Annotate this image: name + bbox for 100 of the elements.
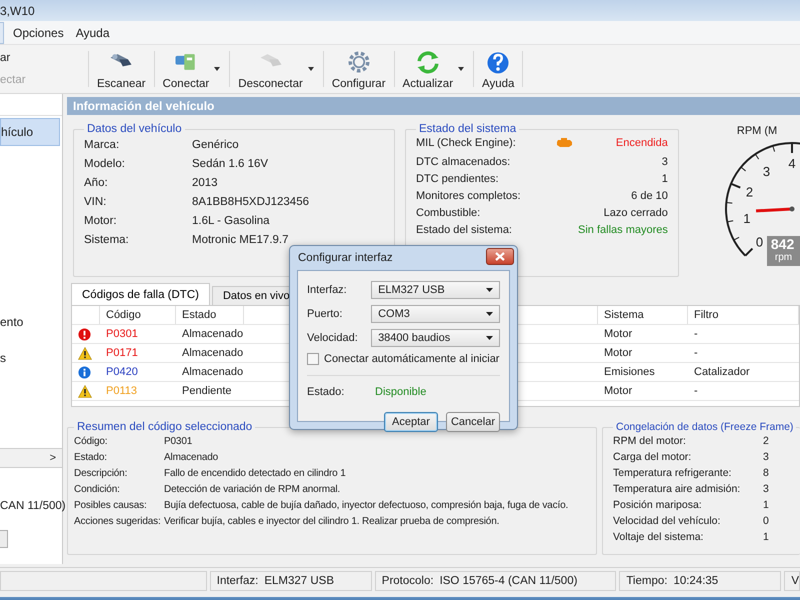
field-label: Monitores completos: (416, 190, 521, 202)
status-pane: Protocolo: ISO 15765-4 (CAN 11/500) (374, 571, 616, 591)
menu-item[interactable]: Opciones (7, 24, 70, 42)
table-cell-text: Catalizador (693, 366, 751, 378)
table-cell-text: P0420 (105, 366, 139, 378)
window-title: 3,W10 (0, 4, 35, 18)
column-header[interactable]: Sistema (598, 306, 688, 324)
field-value: 1 (763, 531, 770, 544)
checkbox-label[interactable]: Conectar automáticamente al iniciar (324, 353, 500, 365)
field-label: Marca: (84, 139, 120, 151)
gauge-tick-label: 2 (746, 184, 753, 200)
table-cell-text: P0301 (105, 328, 139, 340)
field-value: Verificar bujía, cables e inyector del cilindro 1. Realizar prueba de compresión. (164, 515, 500, 528)
table-cell-text: P0171 (105, 347, 139, 359)
dropdown[interactable]: ELM327 USB (371, 281, 500, 299)
field-label: Motor: (84, 215, 118, 227)
table-cell-text: Emisiones (603, 366, 656, 378)
caret-icon[interactable] (213, 66, 222, 72)
dropdown[interactable]: COM3 (371, 305, 500, 323)
field-label: DTC pendientes: (416, 173, 499, 185)
field-label: DTC almacenados: (416, 156, 510, 168)
field-value: Detección de variación de RPM anormal. (164, 483, 342, 496)
field-label: VIN: (84, 196, 108, 208)
field-label: Código: (74, 435, 108, 448)
field-value: Sedán 1.6 16V (192, 158, 270, 170)
table-cell-text: Almacenado (181, 347, 244, 359)
field-label: Modelo: (84, 158, 126, 170)
gauge-tick-label: 0 (756, 234, 763, 250)
field-value: 8A1BB8H5XDJ123456 (192, 196, 310, 208)
field-value: 6 de 10 (630, 190, 668, 202)
field-value: 1 (660, 173, 668, 185)
section-header[interactable]: > (0, 448, 62, 468)
field-value: Sin fallas mayores (578, 224, 668, 236)
column-header[interactable]: Filtro (688, 306, 799, 324)
field-label: MIL (Check Engine): (416, 137, 516, 151)
status-pane: Tiempo: 10:24:35 (619, 571, 782, 591)
group-title: Resumen del código seleccionado (76, 421, 254, 433)
warning-icon (78, 384, 92, 398)
table-cell-text: Motor (603, 347, 634, 359)
field-value: 3 (763, 483, 770, 496)
field-value: Genérico (192, 139, 240, 151)
field-label: Descripción: (74, 467, 128, 480)
table-cell-text: P0113 (105, 385, 138, 397)
field-value: Encendida (614, 137, 668, 151)
table-cell-text: Motor (603, 328, 634, 340)
caret-icon[interactable] (457, 66, 466, 72)
column-header[interactable]: Código (100, 306, 176, 324)
field-label: Combustible: (416, 207, 480, 219)
field-value: Bujía defectuosa, cable de bujía dañado, inyector defectuoso, compresión baja, fuga de vacío. (164, 499, 570, 512)
gauge-tick-label: 3 (762, 164, 770, 179)
sidebar-item[interactable]: ento (0, 309, 62, 335)
table-cell-text: Almacenado (181, 366, 244, 378)
caret-icon (486, 336, 493, 340)
gauge-title: RPM (M (736, 125, 778, 137)
toolbar-button[interactable]: Actualizar (396, 46, 460, 92)
field-value: 8 (763, 467, 770, 480)
panel-header: Información del vehículo (67, 97, 800, 115)
group-title: Estado del sistema (418, 123, 518, 135)
error-icon (78, 328, 91, 340)
dialog-button[interactable]: Aceptar (384, 412, 438, 432)
table-cell-text: Motor (603, 385, 634, 397)
gauge-readout: 842 rpm (766, 236, 800, 266)
field-value: 3 (660, 156, 668, 168)
dialog-button[interactable]: Cancelar (446, 412, 500, 432)
field-label: Condición: (74, 483, 121, 496)
field-value: 2013 (192, 177, 219, 189)
field-label: Voltaje del sistema: (613, 531, 704, 544)
menu-item[interactable]: Ayuda (70, 24, 116, 42)
toolbar-button[interactable]: Ayuda (476, 46, 520, 92)
field-label: Año: (84, 177, 109, 189)
field-value: Disponible (375, 386, 426, 398)
field-value: 0 (763, 515, 770, 528)
field-label: Posición mariposa: (613, 499, 703, 512)
table-cell-text: Pendiente (181, 385, 233, 397)
dialog-title: Configurar interfaz (298, 252, 393, 264)
field-label: Temperatura refrigerante: (613, 467, 732, 480)
sidebar-item[interactable]: hículo (0, 118, 60, 146)
field-label: Temperatura aire admisión: (613, 483, 742, 496)
field-label: Velocidad del vehículo: (613, 515, 722, 528)
field-value: Almacenado (164, 451, 220, 464)
field-label: Estado: (307, 386, 346, 398)
column-header[interactable]: Estado (176, 306, 244, 324)
field-label: RPM del motor: (613, 435, 687, 448)
toolbar-button[interactable]: Escanear (91, 46, 152, 92)
field-label: Velocidad: (307, 332, 359, 344)
info-icon (78, 366, 91, 378)
toolbar-button[interactable]: Configurar (326, 46, 392, 92)
dropdown[interactable]: 38400 baudios (371, 329, 500, 347)
checkbox[interactable] (307, 353, 319, 365)
toolbar-item[interactable]: ar (0, 52, 88, 64)
field-value: Fallo de encendido detectado en cilindro 1 (164, 467, 347, 480)
tab[interactable]: Códigos de falla (DTC) (71, 283, 210, 305)
field-value: 1 (763, 499, 770, 512)
table-cell-text: - (693, 385, 699, 397)
caret-icon (486, 288, 493, 292)
toolbar-button[interactable]: Conectar (156, 46, 216, 92)
close-button[interactable] (486, 248, 514, 265)
sidebar-item[interactable]: s (0, 345, 62, 371)
field-value: Lazo cerrado (602, 207, 668, 219)
group-title: Congelación de datos (Freeze Frame) (615, 421, 794, 433)
